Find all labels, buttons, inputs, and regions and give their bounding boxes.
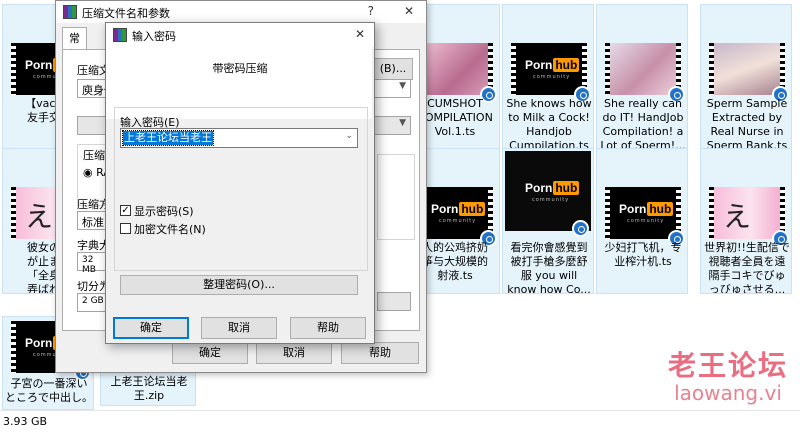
file-name: 看完你會感覺到 被打手槍多麼舒 服 you will know how Co..… <box>507 241 591 293</box>
tab-general[interactable]: 常规 <box>62 27 87 61</box>
help-button[interactable]: 帮助 <box>290 317 366 339</box>
file-tile[interactable]: Porn hub community She knows how to Milk … <box>502 4 594 150</box>
file-name: 子宮の一番深い ところで中出し。 ... <box>5 377 93 411</box>
ok-button[interactable]: 确定 <box>113 317 189 339</box>
update-combo[interactable] <box>377 292 411 311</box>
chevron-down-icon: ▼ <box>399 81 406 91</box>
video-thumbnail: Pornhub community <box>511 43 591 103</box>
total-size-text: 3.93 GB <box>3 415 48 428</box>
organize-passwords-button[interactable]: 整理密码(O)... <box>120 275 358 295</box>
video-thumbnail: え <box>709 187 789 247</box>
winrar-icon <box>63 5 77 19</box>
show-password-checkbox[interactable]: ✓ <box>120 205 131 216</box>
video-thumbnail <box>417 43 497 103</box>
encrypt-filenames-label: 加密文件名(N) <box>134 223 206 236</box>
file-tile[interactable]: She really can do IT! HandJob Compilatio… <box>596 4 688 150</box>
file-name: She knows how to Milk a Cock! Handjob Cu… <box>506 97 592 149</box>
video-thumbnail: Pornhub community <box>605 187 685 247</box>
file-name: She really can do IT! HandJob Compilatio… <box>600 97 686 149</box>
pornhub-logo: Pornhub <box>619 202 674 216</box>
pornhub-logo: Pornhub <box>525 181 580 195</box>
file-name: Sperm Sample Extracted by Real Nurse in … <box>706 97 788 149</box>
close-icon[interactable]: ✕ <box>355 27 365 41</box>
video-thumbnail: Pornhub community <box>505 151 591 237</box>
pornhub-logo: Pornhub <box>525 58 580 72</box>
video-badge-icon <box>572 220 589 237</box>
chevron-down-icon: ▼ <box>399 118 406 128</box>
video-thumbnail: Pornhub community <box>417 187 497 247</box>
password-input[interactable]: 上老王论坛当老王 ⌄ <box>120 128 358 148</box>
password-value: 上老王论坛当老王 <box>122 130 214 146</box>
chevron-down-icon[interactable]: ⌄ <box>345 131 353 141</box>
winrar-icon <box>113 28 127 42</box>
file-tile[interactable]: Sperm Sample Extracted by Real Nurse in … <box>700 4 792 150</box>
dialog-title-bar[interactable]: 输入密码 ✕ <box>106 23 374 47</box>
status-bar: 3.93 GB <box>0 410 800 434</box>
cancel-button[interactable]: 取消 <box>256 342 332 364</box>
pornhub-logo: Pornhub <box>431 202 486 216</box>
format-label: 压缩 <box>83 149 105 162</box>
help-title-button[interactable]: ? <box>368 4 374 18</box>
encrypt-filenames-checkbox[interactable] <box>120 223 131 234</box>
watermark: 老王论坛 laowang.vi <box>667 349 788 405</box>
close-icon[interactable]: ✕ <box>404 4 414 18</box>
cancel-button[interactable]: 取消 <box>201 317 277 339</box>
dialog-heading: 带密码压缩 <box>212 62 268 75</box>
file-tile[interactable]: Porn hub community 少妇打飞机，专 业榨汁机.ts <box>596 148 688 294</box>
file-tile[interactable]: え 世界初!!生配信で 視聴者全員を遠 隔手コキでびゅ っびゅさせる... <box>700 148 792 294</box>
browse-button[interactable]: (B)... <box>373 58 413 80</box>
options-group <box>377 154 415 240</box>
password-dialog: 输入密码 ✕ 带密码压缩 输入密码(E) 上老王论坛当老王 ⌄ ✓ 显示密码(S… <box>105 22 375 344</box>
file-name: 世界初!!生配信で 視聴者全員を遠 隔手コキでびゅ っびゅさせる... <box>704 241 790 293</box>
ok-button[interactable]: 确定 <box>172 342 248 364</box>
file-name: 上老王论坛当老 王.zip <box>110 375 188 402</box>
file-name: 少妇打飞机，专 业榨汁机.ts <box>604 241 682 268</box>
file-tile[interactable]: Porn hub community 看完你會感覺到 被打手槍多麼舒 服 you … <box>502 148 594 294</box>
video-thumbnail <box>709 43 789 103</box>
help-button[interactable]: 帮助 <box>341 342 419 364</box>
dialog-title-bar[interactable]: 压缩文件名和参数 ? ✕ <box>56 1 426 23</box>
show-password-label: 显示密码(S) <box>134 205 194 218</box>
video-thumbnail <box>605 43 685 103</box>
